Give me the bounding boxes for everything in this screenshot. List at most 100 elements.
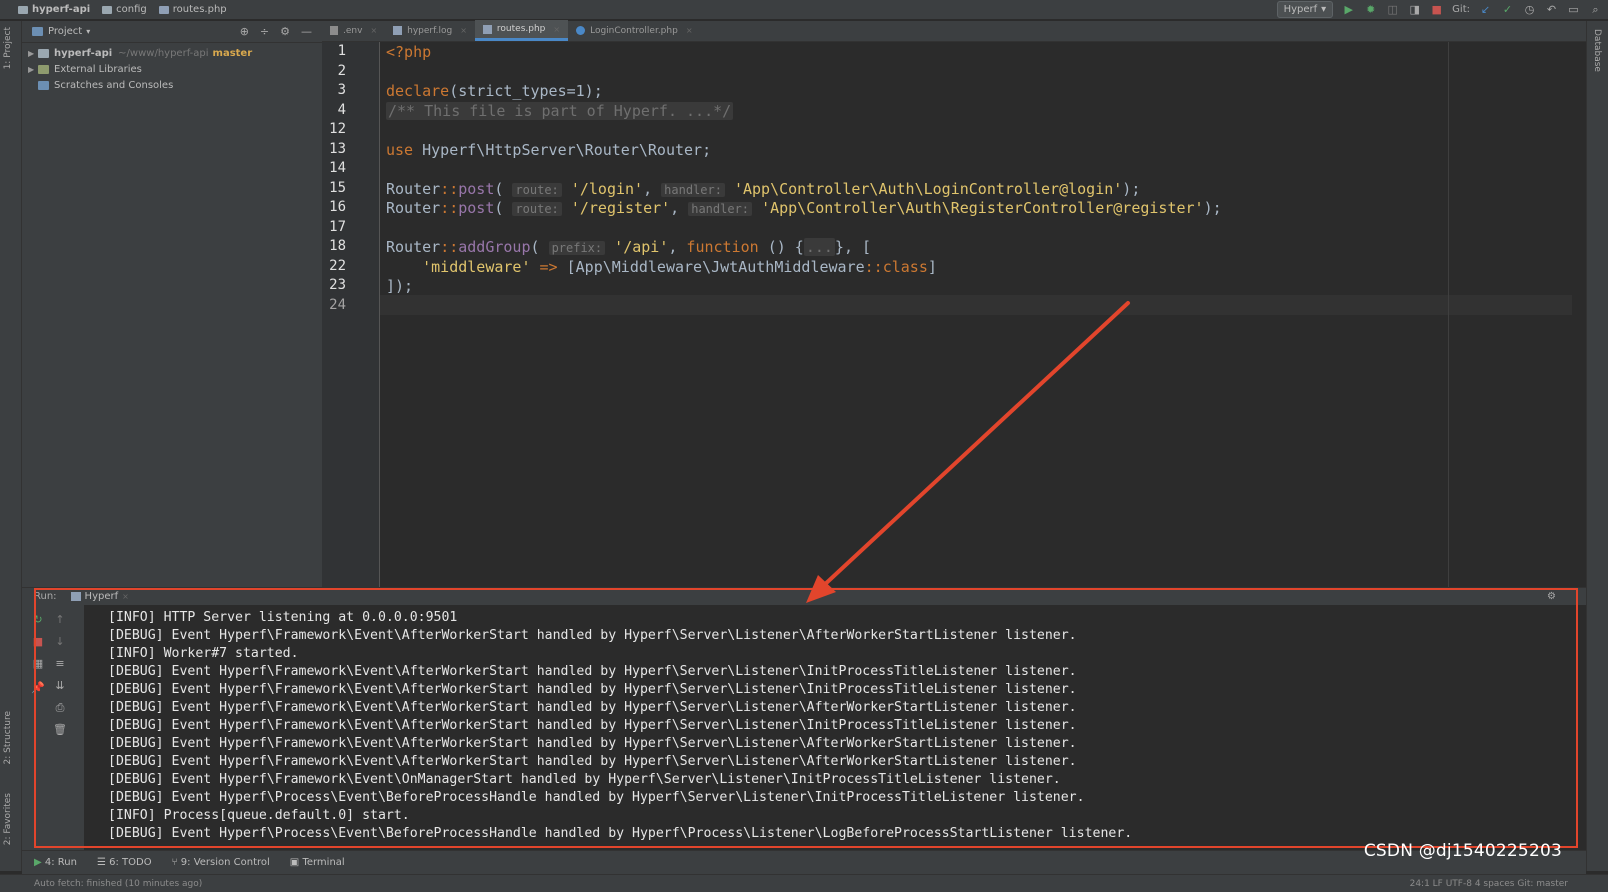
scroll-down-icon[interactable]: ↓ xyxy=(52,635,68,648)
code-line-13: use Hyperf\HttpServer\Router\Router; xyxy=(386,141,711,159)
php-icon xyxy=(70,592,81,601)
breadcrumb-label: hyperf-api xyxy=(32,4,91,15)
rollback-icon[interactable]: ↶ xyxy=(1545,3,1558,16)
stop-icon[interactable]: ■ xyxy=(1430,3,1443,16)
run-toolbar: ↻ ↑ ■ ↓ ▦ ≡ 📌 ⇊ ⎙ 🗑 xyxy=(22,605,84,850)
minimize-icon[interactable]: — xyxy=(301,25,312,38)
restore-layout-icon[interactable]: ▦ xyxy=(30,657,46,670)
console-line: [DEBUG] Event Hyperf\Process\Event\Befor… xyxy=(108,826,1133,841)
soft-wrap-icon[interactable]: ≡ xyxy=(52,657,68,670)
tree-item-scratches[interactable]: Scratches and Consoles xyxy=(28,77,322,93)
line-number: 14 xyxy=(329,160,346,176)
code-string: 'App\Controller\Auth\LoginController@log… xyxy=(733,180,1123,198)
history-icon[interactable]: ◷ xyxy=(1523,3,1536,16)
close-icon[interactable]: × xyxy=(370,26,377,35)
code-token: ]); xyxy=(386,277,414,295)
expand-arrow-icon[interactable]: ▶ xyxy=(28,49,38,58)
gear-icon[interactable]: ⚙ xyxy=(280,25,290,38)
console-line: [DEBUG] Event Hyperf\Framework\Event\Aft… xyxy=(108,682,1077,697)
code-token: :: xyxy=(864,258,883,276)
rerun-icon[interactable]: ↻ xyxy=(30,613,46,626)
breadcrumb-item-config[interactable]: config xyxy=(102,4,147,15)
print-icon[interactable]: ⎙ xyxy=(52,701,68,715)
code-token: :: xyxy=(440,199,459,217)
search-icon[interactable]: ⌕ xyxy=(1589,3,1602,16)
trash-icon[interactable]: 🗑 xyxy=(52,723,68,736)
run-configuration-selector[interactable]: Hyperf ▾ xyxy=(1276,1,1334,18)
console-line: [DEBUG] Event Hyperf\Framework\Event\Aft… xyxy=(108,754,1077,769)
tool-window-database[interactable]: Database xyxy=(1592,29,1602,72)
status-message[interactable]: Auto fetch: finished (10 minutes ago) xyxy=(34,879,202,889)
code-token: use xyxy=(386,141,414,159)
editor-tabs: .env × hyperf.log × routes.php × LoginContr… xyxy=(322,20,1586,42)
tab-label: routes.php xyxy=(496,24,546,34)
folded-region[interactable]: ... xyxy=(803,238,835,256)
file-icon xyxy=(330,26,338,35)
run-icon[interactable]: ▶ xyxy=(1342,3,1355,16)
chevron-down-icon[interactable]: ▾ xyxy=(86,27,90,36)
scroll-to-end-icon[interactable]: ⇊ xyxy=(52,679,68,692)
run-config-label: Hyperf xyxy=(1283,4,1318,15)
code-line-23: ]); xyxy=(386,277,413,295)
tab-env[interactable]: .env × xyxy=(322,20,385,41)
folded-comment[interactable]: /** This file is part of Hyperf. ...*/ xyxy=(386,102,734,120)
console-line: [DEBUG] Event Hyperf\Framework\Event\Aft… xyxy=(108,736,1077,751)
close-icon[interactable]: × xyxy=(460,26,467,35)
close-icon[interactable]: × xyxy=(553,25,560,34)
tree-item-project-root[interactable]: ▶ hyperf-api ~/www/hyperf-api master xyxy=(28,45,322,61)
collapse-icon[interactable]: ÷ xyxy=(260,25,269,38)
close-icon[interactable]: × xyxy=(686,26,693,35)
tool-window-version-control[interactable]: ⑂ 9: Version Control xyxy=(172,857,270,868)
locate-icon[interactable]: ⊕ xyxy=(240,25,249,38)
pin-icon[interactable]: 📌 xyxy=(30,681,46,694)
navigation-bar: hyperf-api config routes.php Hyperf ▾ ▶ ✹… xyxy=(0,0,1608,20)
tab-login-controller[interactable]: LoginController.php × xyxy=(568,20,700,41)
breadcrumb-item-project[interactable]: hyperf-api xyxy=(18,4,90,15)
vcs-commit-icon[interactable]: ✓ xyxy=(1501,3,1514,16)
editor-scrollbar[interactable] xyxy=(1572,42,1586,587)
code-editor[interactable]: 1 2 3 4 12 13 14 15 16 17 18 22 23 24 <?… xyxy=(322,42,1586,587)
run-tab-hyperf[interactable]: Hyperf × xyxy=(70,591,129,602)
line-number: 17 xyxy=(329,219,346,235)
tool-window-terminal[interactable]: ▣ Terminal xyxy=(290,857,345,868)
php-file-icon xyxy=(158,5,169,14)
project-panel-title[interactable]: Project xyxy=(48,26,82,37)
vcs-update-icon[interactable]: ↙ xyxy=(1479,3,1492,16)
tool-windows-bar: ▶ 4: Run ☰ 6: TODO ⑂ 9: Version Control … xyxy=(22,850,1586,874)
code-token: Router xyxy=(386,238,441,256)
expand-arrow-icon[interactable]: ▶ xyxy=(28,65,38,74)
debug-icon[interactable]: ✹ xyxy=(1364,3,1377,16)
terminal-icon: ▣ xyxy=(289,857,303,868)
php-file-icon xyxy=(482,24,492,34)
status-indicators[interactable]: 24:1 LF UTF-8 4 spaces Git: master xyxy=(1410,879,1568,889)
code-line-1: <?php xyxy=(386,43,431,61)
code-string: 'middleware' xyxy=(422,258,531,276)
tree-item-label: External Libraries xyxy=(54,63,142,75)
right-tool-strip: Database xyxy=(1586,21,1608,871)
tool-window-favorites[interactable]: 2: Favorites xyxy=(3,793,13,845)
code-line-15: Router::post( route: '/login', handler: … xyxy=(386,180,1141,198)
window-icon[interactable]: ▭ xyxy=(1567,3,1580,16)
tool-window-run[interactable]: ▶ 4: Run xyxy=(34,857,77,868)
coverage-icon[interactable]: ◫ xyxy=(1386,3,1399,16)
code-token: => xyxy=(539,258,558,276)
console-line: [DEBUG] Event Hyperf\Framework\Event\Aft… xyxy=(108,628,1077,643)
console-output[interactable]: [INFO] HTTP Server listening at 0.0.0.0:… xyxy=(108,609,1566,843)
tool-window-project[interactable]: 1: Project xyxy=(3,27,13,69)
code-line-3: declare(strict_types=1); xyxy=(386,82,603,100)
profile-icon[interactable]: ◨ xyxy=(1408,3,1421,16)
scroll-up-icon[interactable]: ↑ xyxy=(52,613,68,626)
tool-window-todo[interactable]: ☰ 6: TODO xyxy=(97,857,152,868)
tool-window-structure[interactable]: 2: Structure xyxy=(3,711,13,765)
tab-hyperf-log[interactable]: hyperf.log × xyxy=(385,20,475,41)
close-icon[interactable]: × xyxy=(122,592,129,601)
tab-routes-php[interactable]: routes.php × xyxy=(474,20,569,41)
console-line: [INFO] HTTP Server listening at 0.0.0.0:… xyxy=(108,610,458,625)
gear-icon[interactable]: ⚙ xyxy=(1547,591,1556,602)
tree-item-external-libraries[interactable]: ▶ External Libraries xyxy=(28,61,322,77)
stop-icon[interactable]: ■ xyxy=(30,635,46,648)
parameter-hint: handler: xyxy=(661,183,725,197)
breadcrumb-item-file[interactable]: routes.php xyxy=(158,4,227,15)
line-number: 13 xyxy=(329,141,346,157)
parameter-hint: handler: xyxy=(688,202,753,216)
